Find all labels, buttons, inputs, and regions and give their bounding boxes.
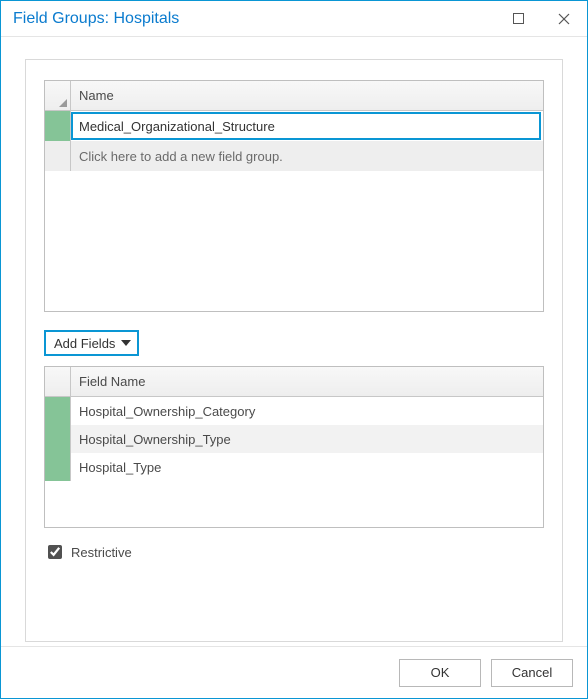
table-row[interactable] bbox=[45, 111, 543, 141]
row-handle[interactable] bbox=[45, 397, 71, 425]
row-handle bbox=[45, 141, 71, 171]
close-button[interactable] bbox=[541, 1, 587, 37]
dialog-footer: OK Cancel bbox=[1, 646, 587, 698]
restrictive-checkbox[interactable] bbox=[48, 545, 62, 559]
add-fields-label: Add Fields bbox=[54, 336, 115, 351]
maximize-icon bbox=[513, 13, 524, 24]
select-all-corner[interactable] bbox=[45, 81, 71, 110]
triangle-icon bbox=[59, 99, 67, 107]
row-handle[interactable] bbox=[45, 111, 71, 141]
select-all-corner[interactable] bbox=[45, 367, 71, 396]
table-row[interactable]: Hospital_Ownership_Type bbox=[45, 425, 543, 453]
titlebar: Field Groups: Hospitals bbox=[1, 1, 587, 37]
grid-header-row: Field Name bbox=[45, 367, 543, 397]
field-name-cell: Hospital_Type bbox=[71, 453, 543, 481]
cancel-button[interactable]: Cancel bbox=[491, 659, 573, 687]
dialog-window: Field Groups: Hospitals Name bbox=[0, 0, 588, 699]
add-fields-wrap: Add Fields bbox=[44, 330, 544, 356]
add-fields-dropdown[interactable]: Add Fields bbox=[44, 330, 139, 356]
column-header-field-name[interactable]: Field Name bbox=[71, 367, 543, 396]
field-name-cell: Hospital_Ownership_Type bbox=[71, 425, 543, 453]
table-row[interactable]: Hospital_Ownership_Category bbox=[45, 397, 543, 425]
restrictive-row: Restrictive bbox=[44, 542, 544, 562]
field-groups-grid: Name Click here to add a new field group… bbox=[44, 80, 544, 312]
maximize-button[interactable] bbox=[495, 1, 541, 37]
dialog-title: Field Groups: Hospitals bbox=[13, 10, 495, 28]
chevron-down-icon bbox=[121, 340, 131, 346]
table-row[interactable]: Hospital_Type bbox=[45, 453, 543, 481]
grid-body: Click here to add a new field group. bbox=[45, 111, 543, 311]
fields-grid: Field Name Hospital_Ownership_Category H… bbox=[44, 366, 544, 528]
row-cell bbox=[71, 111, 543, 141]
grid-body: Hospital_Ownership_Category Hospital_Own… bbox=[45, 397, 543, 527]
restrictive-label: Restrictive bbox=[71, 545, 132, 560]
ok-button[interactable]: OK bbox=[399, 659, 481, 687]
field-name-cell: Hospital_Ownership_Category bbox=[71, 397, 543, 425]
main-panel: Name Click here to add a new field group… bbox=[25, 59, 563, 642]
row-handle[interactable] bbox=[45, 453, 71, 481]
column-header-name[interactable]: Name bbox=[71, 81, 543, 110]
dialog-content: Name Click here to add a new field group… bbox=[1, 37, 587, 646]
new-row-placeholder[interactable]: Click here to add a new field group. bbox=[45, 141, 543, 171]
row-handle[interactable] bbox=[45, 425, 71, 453]
group-name-input[interactable] bbox=[71, 112, 541, 140]
close-icon bbox=[558, 13, 570, 25]
placeholder-text: Click here to add a new field group. bbox=[71, 141, 543, 171]
grid-header-row: Name bbox=[45, 81, 543, 111]
